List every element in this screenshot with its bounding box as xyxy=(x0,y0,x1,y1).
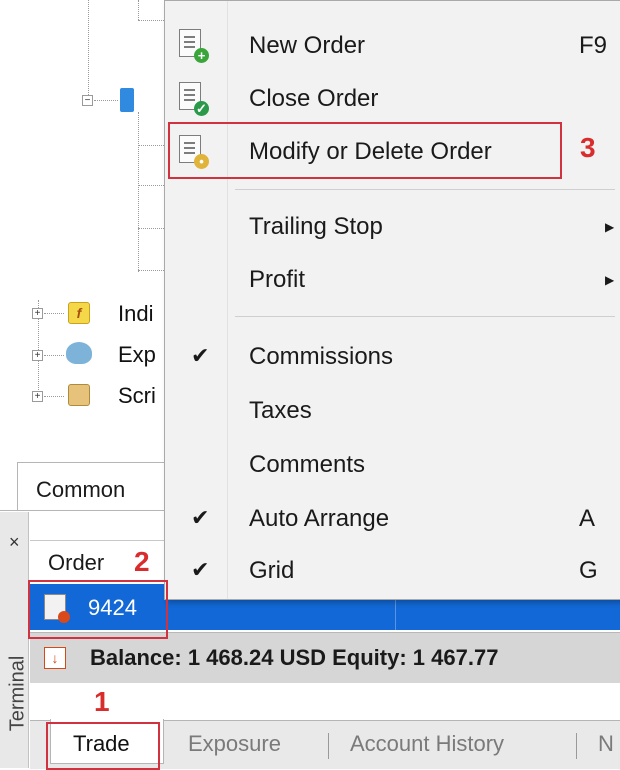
highlight-modify-order xyxy=(168,122,562,179)
menu-item-label: Trailing Stop xyxy=(249,213,383,240)
menu-shortcut: A xyxy=(579,505,596,532)
tree-item-experts[interactable]: Exp xyxy=(118,342,156,368)
menu-item-taxes[interactable]: Taxes xyxy=(165,384,620,434)
menu-item-comments[interactable]: Comments xyxy=(165,438,620,488)
menu-item-commissions[interactable]: ✔ Commissions xyxy=(165,330,620,380)
tab-more[interactable]: N xyxy=(598,731,614,757)
tree-line xyxy=(44,355,64,356)
tree-line xyxy=(44,313,64,314)
tab-common[interactable]: Common xyxy=(17,462,169,511)
menu-item-label: Close Order xyxy=(249,85,379,112)
tab-account-history[interactable]: Account History xyxy=(350,731,504,757)
tab-exposure[interactable]: Exposure xyxy=(188,731,281,757)
tree-line xyxy=(138,0,139,20)
balance-text: Balance: 1 468.24 USD Equity: 1 467.77 xyxy=(90,645,499,670)
checkmark-icon: ✔ xyxy=(191,557,210,582)
collapse-icon[interactable]: − xyxy=(82,95,93,106)
highlight-order-row xyxy=(28,580,168,639)
order-column-label: Order xyxy=(48,550,105,575)
menu-separator xyxy=(235,316,615,317)
menu-item-label: Auto Arrange xyxy=(249,505,390,532)
script-icon[interactable] xyxy=(68,384,90,406)
tree-line xyxy=(138,228,164,229)
menu-item-label: Profit xyxy=(249,266,306,293)
account-book-icon[interactable] xyxy=(120,88,134,112)
menu-item-auto-arrange[interactable]: ✔ Auto Arrange A xyxy=(165,492,620,542)
menu-item-label: Commissions xyxy=(249,343,394,370)
menu-item-close-order[interactable]: ✓ Close Order xyxy=(165,72,620,122)
terminal-sidebar: × Terminal xyxy=(0,512,29,768)
tree-item-scripts[interactable]: Scri xyxy=(118,383,156,409)
tab-common-label: Common xyxy=(36,477,126,502)
new-order-icon: + xyxy=(179,29,209,63)
tree-line xyxy=(138,185,164,186)
step-3-label: 3 xyxy=(580,132,596,163)
step-2-label: 2 xyxy=(134,546,150,577)
tree-line xyxy=(44,396,64,397)
tree-line xyxy=(94,100,118,101)
submenu-arrow-icon: ▶ xyxy=(605,273,615,287)
tree-line xyxy=(138,145,164,146)
tree-line xyxy=(88,0,89,95)
highlight-trade-tab xyxy=(46,722,160,770)
tab-separator xyxy=(328,733,329,759)
menu-item-label: Comments xyxy=(249,451,366,478)
tree-line xyxy=(138,112,139,272)
checkmark-icon: ✔ xyxy=(191,343,210,368)
menu-item-profit[interactable]: Profit ▶ xyxy=(165,253,620,303)
menu-item-label: New Order xyxy=(249,32,366,59)
tab-separator xyxy=(576,733,577,759)
close-icon[interactable]: × xyxy=(9,532,20,553)
tree-line xyxy=(138,20,164,21)
balance-icon: ↓ xyxy=(44,647,66,669)
menu-item-grid[interactable]: ✔ Grid G xyxy=(165,544,620,594)
close-order-icon: ✓ xyxy=(179,82,209,116)
menu-item-trailing-stop[interactable]: Trailing Stop ▶ xyxy=(165,200,620,250)
menu-shortcut: F9 xyxy=(579,32,608,59)
tree-line xyxy=(138,270,164,271)
submenu-arrow-icon: ▶ xyxy=(605,220,615,234)
checkmark-icon: ✔ xyxy=(191,505,210,530)
expand-icon[interactable]: + xyxy=(32,350,43,361)
menu-separator xyxy=(235,189,615,190)
balance-row: ↓ Balance: 1 468.24 USD Equity: 1 467.77 xyxy=(30,632,620,683)
tree-item-indicators[interactable]: Indi xyxy=(118,301,153,327)
menu-item-label: Taxes xyxy=(249,397,312,424)
terminal-label: Terminal xyxy=(6,655,29,732)
menu-item-new-order[interactable]: + New Order F9 xyxy=(165,19,620,69)
expert-icon[interactable] xyxy=(66,342,92,364)
expand-icon[interactable]: + xyxy=(32,308,43,319)
menu-item-label: Grid xyxy=(249,557,295,584)
step-1-label: 1 xyxy=(94,686,110,717)
context-menu: + New Order F9 ✓ Close Order • Modify or… xyxy=(164,0,620,600)
menu-shortcut: G xyxy=(579,557,598,584)
expand-icon[interactable]: + xyxy=(32,391,43,402)
indicator-icon[interactable]: f xyxy=(68,302,90,324)
